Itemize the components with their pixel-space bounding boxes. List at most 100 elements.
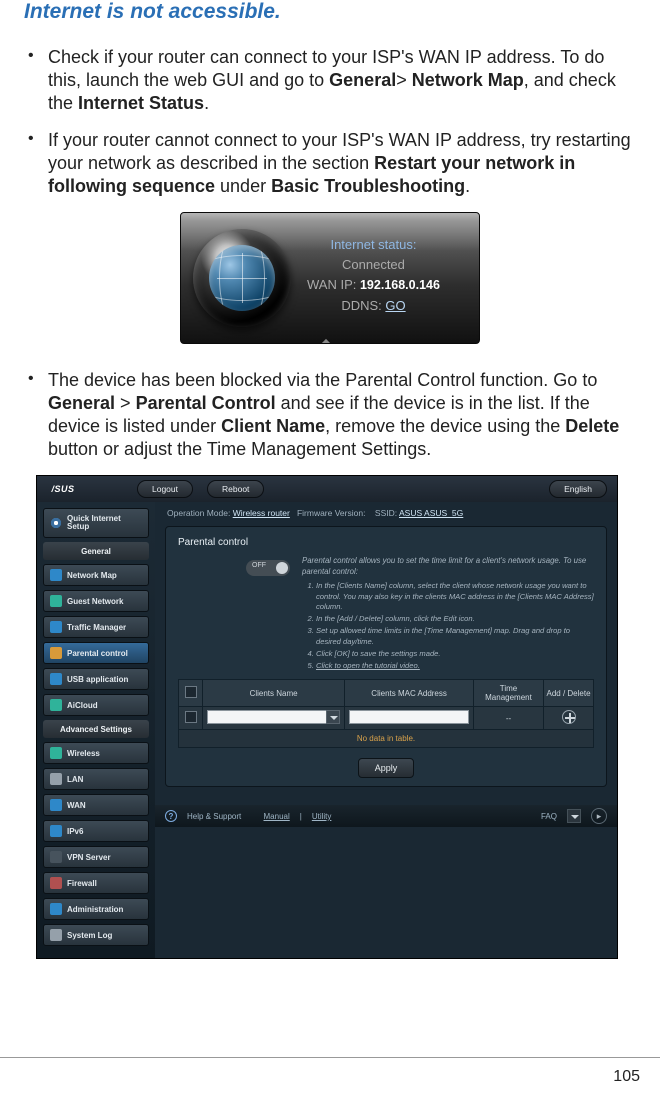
step-item: Set up allowed time limits in the [Time … (316, 626, 594, 647)
text: > (396, 70, 412, 90)
qis-icon (50, 517, 62, 529)
sidebar-item-label: Firewall (67, 879, 97, 888)
sidebar-item-label: IPv6 (67, 827, 83, 836)
sidebar-item-firewall[interactable]: Firewall (43, 872, 149, 894)
text: under (215, 176, 271, 196)
usb-icon (50, 673, 62, 685)
sidebar-item-label: VPN Server (67, 853, 111, 862)
wan-ip-label: WAN IP: (307, 277, 356, 292)
client-mac-input[interactable] (349, 710, 469, 724)
sidebar-item-label: WAN (67, 801, 86, 810)
sidebar-section-general: General (43, 542, 149, 560)
sidebar-item-label: System Log (67, 931, 112, 940)
row-checkbox[interactable] (185, 711, 197, 723)
apply-button[interactable]: Apply (358, 758, 415, 778)
add-row-button[interactable] (562, 710, 576, 724)
col-time-management: Time Management (474, 680, 544, 707)
sidebar-item-guest-network[interactable]: Guest Network (43, 590, 149, 612)
manual-link[interactable]: Manual (264, 812, 290, 821)
no-data-message: No data in table. (178, 730, 594, 748)
sidebar-item-system-log[interactable]: System Log (43, 924, 149, 946)
faq-dropdown[interactable] (567, 809, 581, 823)
time-management-cell: -- (474, 707, 544, 730)
sidebar-item-label: Wireless (67, 749, 100, 758)
step-item: Click to open the tutorial video. (316, 661, 594, 671)
text-bold: Internet Status (78, 93, 204, 113)
admin-screenshot: /SUS Logout Reboot English Quick Interne… (36, 475, 618, 959)
text: > (115, 393, 136, 413)
sidebar-item-label: Traffic Manager (67, 623, 126, 632)
text-bold: Delete (565, 416, 619, 436)
client-name-dropdown[interactable] (326, 710, 340, 724)
sidebar-item-ipv6[interactable]: IPv6 (43, 820, 149, 842)
tutorial-video-link[interactable]: Click to open the tutorial video. (316, 661, 420, 670)
bullet-item: If your router cannot connect to your IS… (26, 129, 636, 198)
text-bold: General (329, 70, 396, 90)
sidebar-item-label: AiCloud (67, 701, 98, 710)
ddns-go-link[interactable]: GO (385, 298, 405, 313)
parental-control-table: Clients Name Clients MAC Address Time Ma… (178, 679, 594, 730)
sidebar-item-aicloud[interactable]: AiCloud (43, 694, 149, 716)
admin-footer: ? Help & Support Manual | Utility FAQ ▸ (155, 805, 617, 827)
col-clients-mac: Clients MAC Address (345, 680, 474, 707)
page-rule (0, 1057, 660, 1058)
sidebar: Quick Internet Setup General Network Map… (37, 502, 155, 958)
sidebar-item-administration[interactable]: Administration (43, 898, 149, 920)
sidebar-section-advanced: Advanced Settings (43, 720, 149, 738)
sidebar-item-label: Quick Internet Setup (67, 515, 142, 533)
ssid-label: SSID: (375, 508, 397, 518)
status-value: Connected (307, 255, 440, 275)
sidebar-item-usb-application[interactable]: USB application (43, 668, 149, 690)
utility-link[interactable]: Utility (312, 812, 332, 821)
reboot-button[interactable]: Reboot (207, 480, 264, 498)
client-name-input[interactable] (207, 710, 327, 724)
text: , remove the device using the (325, 416, 565, 436)
language-dropdown[interactable]: English (549, 480, 607, 498)
sidebar-item-network-map[interactable]: Network Map (43, 564, 149, 586)
select-all-checkbox[interactable] (185, 686, 197, 698)
sidebar-item-vpn-server[interactable]: VPN Server (43, 846, 149, 868)
step-item: In the [Add / Delete] column, click the … (316, 614, 594, 624)
panel-description: Parental control allows you to set the t… (302, 556, 594, 577)
guest-network-icon (50, 595, 62, 607)
opmode-value[interactable]: Wireless router (233, 508, 290, 518)
text: . (204, 93, 209, 113)
col-add-delete: Add / Delete (544, 680, 594, 707)
wan-icon (50, 799, 62, 811)
sidebar-item-label: LAN (67, 775, 83, 784)
faq-label: FAQ (541, 812, 557, 821)
page-number: 105 (613, 1068, 640, 1086)
internet-status-card: Internet status: Connected WAN IP: 192.1… (180, 212, 480, 344)
text: The device has been blocked via the Pare… (48, 370, 597, 390)
bullet-item: Check if your router can connect to your… (26, 46, 636, 115)
text-bold: Parental Control (136, 393, 276, 413)
toggle-label: OFF (252, 562, 266, 569)
ipv6-icon (50, 825, 62, 837)
logout-button[interactable]: Logout (137, 480, 193, 498)
wireless-icon (50, 747, 62, 759)
sidebar-item-label: Parental control (67, 649, 128, 658)
fw-label: Firmware Version: (297, 508, 366, 518)
vpn-icon (50, 851, 62, 863)
ssid-value: ASUS ASUS_5G (399, 508, 463, 518)
sidebar-item-lan[interactable]: LAN (43, 768, 149, 790)
admin-icon (50, 903, 62, 915)
parental-toggle[interactable]: OFF (246, 560, 290, 576)
sidebar-item-wireless[interactable]: Wireless (43, 742, 149, 764)
globe-icon (193, 229, 291, 327)
brand-logo: /SUS (37, 484, 89, 494)
content-header: Operation Mode: Wireless router Firmware… (155, 502, 617, 522)
help-icon: ? (165, 810, 177, 822)
ddns-label: DDNS: (341, 298, 381, 313)
section-heading: Internet is not accessible. (24, 0, 636, 24)
sidebar-item-traffic-manager[interactable]: Traffic Manager (43, 616, 149, 638)
faq-go-button[interactable]: ▸ (591, 808, 607, 824)
text: button or adjust the Time Management Set… (48, 439, 431, 459)
sidebar-item-wan[interactable]: WAN (43, 794, 149, 816)
sidebar-item-qis[interactable]: Quick Internet Setup (43, 508, 149, 538)
bullet-item: The device has been blocked via the Pare… (26, 369, 636, 461)
sidebar-item-parental-control[interactable]: Parental control (43, 642, 149, 664)
help-support-label: Help & Support (187, 812, 241, 821)
col-clients-name: Clients Name (203, 680, 345, 707)
text: . (465, 176, 470, 196)
